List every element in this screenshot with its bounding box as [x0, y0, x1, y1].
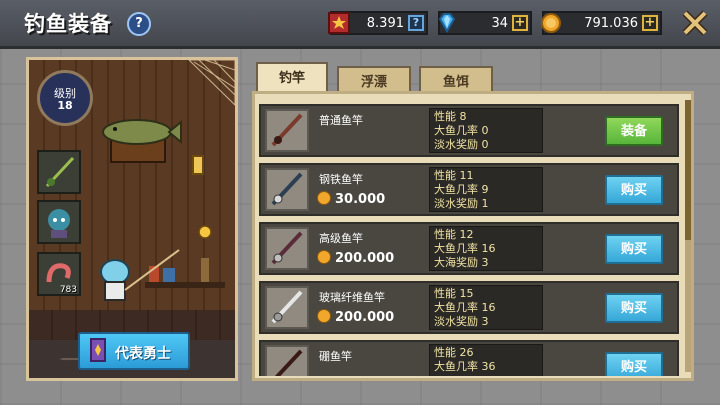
buy-button[interactable]: 购买 [605, 293, 663, 323]
rod-price: 200.000 [317, 309, 394, 325]
rod-stats: 性能 8 大鱼几率 0 淡水奖励 0 [429, 108, 543, 153]
rod-price-value: 30.000 [335, 192, 386, 207]
close-icon[interactable] [680, 8, 710, 38]
gem-icon [438, 13, 456, 33]
banner-icon [90, 338, 106, 362]
rod-stats: 性能 12 大鱼几率 16 大海奖励 3 [429, 226, 543, 271]
gold-coin-icon [317, 250, 331, 264]
boron-rod-icon [274, 349, 303, 376]
rod-name: 高级鱼竿 [319, 232, 363, 245]
ticket-icon [328, 12, 350, 34]
scrollbar-thumb[interactable] [685, 100, 691, 240]
list-scrollbar[interactable] [685, 100, 691, 372]
stat-line: 大鱼几率 0 [434, 124, 489, 137]
rod-price-value: 200.000 [335, 251, 395, 266]
buy-button[interactable]: 购买 [605, 234, 663, 264]
fishing-rod-icon [45, 156, 75, 188]
stat-line: 性能 8 [434, 110, 467, 123]
list-item: 硼鱼竿 性能 26 大鱼几率 36 购买 [259, 340, 679, 376]
rod-price-value: 200.000 [335, 310, 395, 325]
rod-name: 硼鱼竿 [319, 350, 352, 363]
character-panel: 级别 18 783 代表勇士 [26, 57, 238, 381]
stat-line: 大鱼几率 9 [434, 183, 489, 196]
rod-name: 玻璃纤维鱼竿 [319, 291, 385, 304]
rod-name: 普通鱼竿 [319, 114, 363, 127]
steel-rod-icon [271, 172, 303, 206]
stat-line: 大鱼几率 16 [434, 242, 496, 255]
rod-thumbnail [265, 345, 309, 376]
equip-button[interactable]: 装备 [605, 116, 663, 146]
gem-count: 34 [491, 16, 508, 31]
page-title: 钓鱼装备 [24, 12, 112, 36]
advanced-rod-icon [271, 231, 303, 265]
rod-list[interactable]: 普通鱼竿 性能 8 大鱼几率 0 淡水奖励 0 装备 钢铁鱼竿 30.000 性… [259, 98, 683, 376]
level-value: 18 [57, 99, 73, 112]
tab-rod[interactable]: 钓竿 [256, 62, 328, 94]
basic-rod-icon [271, 113, 303, 147]
stat-line: 淡水奖励 3 [434, 315, 489, 328]
bait-slot[interactable]: 783 [37, 252, 81, 296]
list-item: 钢铁鱼竿 30.000 性能 11 大鱼几率 9 淡水奖励 1 购买 [259, 163, 679, 216]
rod-thumbnail [265, 168, 309, 211]
rod-stats: 性能 26 大鱼几率 36 [429, 344, 543, 376]
representative-hero-label: 代表勇士 [115, 346, 171, 362]
stat-line: 性能 26 [434, 346, 474, 359]
gem-resource: 34 + [438, 11, 532, 35]
fishing-room-scene: 级别 18 783 代表勇士 [29, 60, 235, 378]
help-icon[interactable]: ? [127, 12, 151, 36]
level-badge: 级别 18 [37, 70, 93, 126]
gold-add-button[interactable]: + [642, 15, 658, 31]
stat-line: 淡水奖励 0 [434, 138, 489, 151]
stat-line: 性能 12 [434, 228, 474, 241]
representative-hero-button[interactable]: 代表勇士 [78, 332, 190, 370]
gold-count: 791.036 [584, 16, 638, 31]
rod-stats: 性能 15 大鱼几率 16 淡水奖励 3 [429, 285, 543, 330]
ticket-resource: 8.391 ? [328, 11, 428, 35]
stat-line: 大海奖励 3 [434, 256, 489, 269]
list-item: 高级鱼竿 200.000 性能 12 大鱼几率 16 大海奖励 3 购买 [259, 222, 679, 275]
stat-line: 大鱼几率 16 [434, 301, 496, 314]
list-item: 普通鱼竿 性能 8 大鱼几率 0 淡水奖励 0 装备 [259, 104, 679, 157]
ticket-count: 8.391 [366, 16, 404, 31]
gold-coin-icon [317, 309, 331, 323]
buy-button[interactable]: 购买 [605, 352, 663, 376]
rod-thumbnail [265, 286, 309, 329]
rod-thumbnail [265, 109, 309, 152]
gem-add-button[interactable]: + [512, 15, 528, 31]
rod-slot[interactable] [37, 150, 81, 194]
list-item: 玻璃纤维鱼竿 200.000 性能 15 大鱼几率 16 淡水奖励 3 购买 [259, 281, 679, 334]
hero-slot[interactable] [37, 200, 81, 244]
rod-name: 钢铁鱼竿 [319, 173, 363, 186]
buy-button[interactable]: 购买 [605, 175, 663, 205]
gold-resource: 791.036 + [541, 11, 662, 35]
gold-coin-icon [317, 191, 331, 205]
top-bar: 钓鱼装备 ? 8.391 ? 34 + 791.036 + [0, 0, 720, 49]
rod-list-panel: 普通鱼竿 性能 8 大鱼几率 0 淡水奖励 0 装备 钢铁鱼竿 30.000 性… [252, 91, 694, 381]
stat-line: 大鱼几率 36 [434, 360, 496, 373]
bait-count: 783 [59, 285, 77, 295]
gold-coin-icon [541, 13, 561, 33]
stat-line: 性能 11 [434, 169, 474, 182]
hero-portrait-icon [48, 209, 70, 238]
fiberglass-rod-icon [271, 290, 303, 324]
rod-price: 30.000 [317, 191, 385, 207]
ticket-help-button[interactable]: ? [408, 15, 424, 31]
rod-price: 200.000 [317, 250, 394, 266]
stat-line: 性能 15 [434, 287, 474, 300]
stat-line: 淡水奖励 1 [434, 197, 489, 210]
rod-stats: 性能 11 大鱼几率 9 淡水奖励 1 [429, 167, 543, 212]
rod-thumbnail [265, 227, 309, 270]
